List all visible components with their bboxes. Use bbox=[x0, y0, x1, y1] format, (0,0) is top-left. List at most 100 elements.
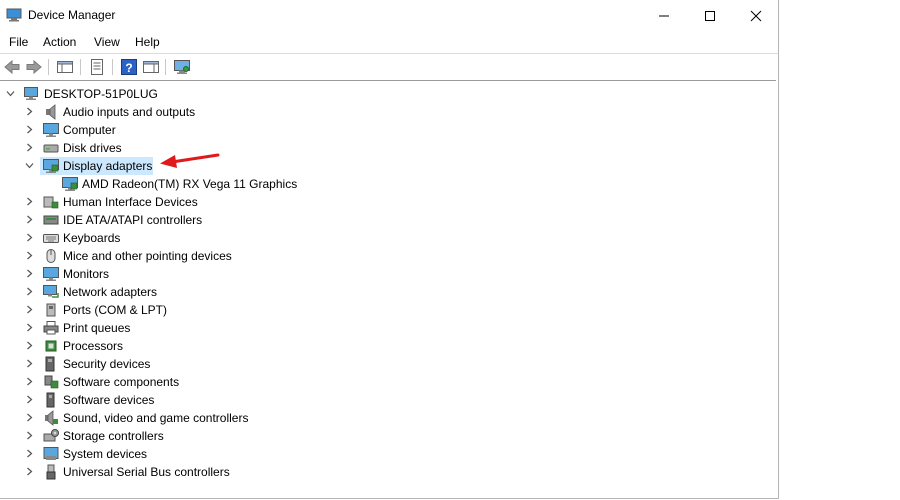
software-component-icon bbox=[44, 375, 59, 389]
collapse-chevron-icon[interactable] bbox=[25, 161, 34, 170]
tree-item-label: Storage controllers bbox=[63, 429, 164, 443]
tree-category[interactable]: Human Interface Devices bbox=[0, 193, 400, 211]
expand-chevron-icon[interactable] bbox=[25, 413, 34, 422]
software-device-icon bbox=[46, 392, 55, 408]
tree-item-label: Sound, video and game controllers bbox=[63, 411, 249, 425]
tree-category[interactable]: Monitors bbox=[0, 265, 400, 283]
tree-category[interactable]: Storage controllers bbox=[0, 427, 400, 445]
back-button[interactable] bbox=[3, 58, 21, 76]
tree-category[interactable]: Audio inputs and outputs bbox=[0, 103, 400, 121]
toolbar-separator bbox=[165, 59, 166, 75]
tree-category[interactable]: Mice and other pointing devices bbox=[0, 247, 400, 265]
tree-device[interactable]: AMD Radeon(TM) RX Vega 11 Graphics bbox=[0, 175, 400, 193]
tree-item-label: Monitors bbox=[63, 267, 110, 281]
expand-chevron-icon[interactable] bbox=[25, 395, 34, 404]
tree-category[interactable]: System devices bbox=[0, 445, 400, 463]
svg-text:?: ? bbox=[125, 61, 132, 75]
menu-bar: File Action View Help bbox=[0, 31, 778, 53]
properties-button[interactable] bbox=[88, 58, 106, 76]
toolbar-separator bbox=[48, 59, 49, 75]
minimize-icon bbox=[659, 15, 669, 16]
title-bar[interactable]: Device Manager bbox=[0, 0, 778, 31]
expand-chevron-icon[interactable] bbox=[25, 323, 34, 332]
action-pane-button[interactable] bbox=[142, 58, 160, 76]
tree-item-label: Display adapters bbox=[63, 159, 153, 173]
tree-category[interactable]: Keyboards bbox=[0, 229, 400, 247]
tree-category[interactable]: Computer bbox=[0, 121, 400, 139]
tree-item-label: Software components bbox=[63, 375, 180, 389]
port-icon bbox=[46, 303, 56, 317]
tree-category[interactable]: Network adapters bbox=[0, 283, 400, 301]
tree-item-label: Universal Serial Bus controllers bbox=[63, 465, 230, 479]
menu-action[interactable]: Action bbox=[43, 35, 76, 49]
annotation-arrow bbox=[160, 153, 220, 168]
sound-controller-icon bbox=[45, 410, 58, 426]
tree-item-label: Mice and other pointing devices bbox=[63, 249, 232, 263]
tree-item-label: Print queues bbox=[63, 321, 131, 335]
monitor-icon bbox=[43, 123, 59, 137]
collapse-chevron-icon[interactable] bbox=[6, 89, 15, 98]
forward-button[interactable] bbox=[25, 58, 43, 76]
tree-root[interactable]: DESKTOP-51P0LUG bbox=[0, 85, 400, 103]
expand-chevron-icon[interactable] bbox=[25, 431, 34, 440]
tree-item-label: Processors bbox=[63, 339, 124, 353]
ide-controller-icon bbox=[43, 215, 59, 225]
expand-chevron-icon[interactable] bbox=[25, 341, 34, 350]
storage-controller-icon bbox=[43, 429, 59, 442]
expand-chevron-icon[interactable] bbox=[25, 377, 34, 386]
maximize-icon bbox=[705, 10, 715, 21]
tree-category[interactable]: Security devices bbox=[0, 355, 400, 373]
expand-chevron-icon[interactable] bbox=[25, 269, 34, 278]
window-title: Device Manager bbox=[28, 8, 116, 22]
minimize-button[interactable] bbox=[641, 0, 687, 31]
menu-help[interactable]: Help bbox=[135, 35, 160, 49]
maximize-button[interactable] bbox=[687, 0, 733, 31]
help-button[interactable]: ? bbox=[120, 58, 138, 76]
expand-chevron-icon[interactable] bbox=[25, 251, 34, 260]
tree-category[interactable]: Software components bbox=[0, 373, 400, 391]
device-tree: DESKTOP-51P0LUG Audio inputs and outputs C… bbox=[0, 80, 776, 499]
toolbar: ? bbox=[0, 53, 778, 80]
show-hide-console-tree-button[interactable] bbox=[56, 58, 74, 76]
tree-category[interactable]: Universal Serial Bus controllers bbox=[0, 463, 400, 481]
menu-file[interactable]: File bbox=[9, 35, 28, 49]
scan-hardware-changes-button[interactable] bbox=[173, 58, 191, 76]
tree-item-label: Security devices bbox=[63, 357, 151, 371]
tree-category[interactable]: Software devices bbox=[0, 391, 400, 409]
tree-item-label: Keyboards bbox=[63, 231, 121, 245]
tree-category[interactable]: Print queues bbox=[0, 319, 400, 337]
tree-category[interactable]: Ports (COM & LPT) bbox=[0, 301, 400, 319]
expand-chevron-icon[interactable] bbox=[25, 125, 34, 134]
menu-view[interactable]: View bbox=[94, 35, 120, 49]
device-manager-window: Device Manager File Action View Help ? D… bbox=[0, 0, 779, 499]
close-button[interactable] bbox=[733, 0, 779, 31]
expand-chevron-icon[interactable] bbox=[25, 305, 34, 314]
toolbar-separator bbox=[80, 59, 81, 75]
disk-drive-icon bbox=[43, 144, 59, 153]
expand-chevron-icon[interactable] bbox=[25, 197, 34, 206]
tree-item-label: Network adapters bbox=[63, 285, 158, 299]
tree-item-label: Disk drives bbox=[63, 141, 122, 155]
tree-item-label: IDE ATA/ATAPI controllers bbox=[63, 213, 203, 227]
expand-chevron-icon[interactable] bbox=[25, 107, 34, 116]
tree-category[interactable]: IDE ATA/ATAPI controllers bbox=[0, 211, 400, 229]
expand-chevron-icon[interactable] bbox=[25, 233, 34, 242]
tree-item-label: AMD Radeon(TM) RX Vega 11 Graphics bbox=[82, 177, 298, 191]
tree-item-label: Audio inputs and outputs bbox=[63, 105, 196, 119]
tree-item-label: Ports (COM & LPT) bbox=[63, 303, 168, 317]
system-device-icon bbox=[43, 447, 59, 460]
tree-item-label: Human Interface Devices bbox=[63, 195, 198, 209]
expand-chevron-icon[interactable] bbox=[25, 359, 34, 368]
tree-category[interactable]: Processors bbox=[0, 337, 400, 355]
mouse-icon bbox=[46, 249, 56, 263]
expand-chevron-icon[interactable] bbox=[25, 467, 34, 476]
toolbar-separator bbox=[112, 59, 113, 75]
hid-icon bbox=[43, 196, 59, 209]
tree-item-label: Software devices bbox=[63, 393, 155, 407]
display-adapter-icon bbox=[62, 177, 78, 191]
expand-chevron-icon[interactable] bbox=[25, 449, 34, 458]
tree-category[interactable]: Sound, video and game controllers bbox=[0, 409, 400, 427]
expand-chevron-icon[interactable] bbox=[25, 143, 34, 152]
expand-chevron-icon[interactable] bbox=[25, 287, 34, 296]
expand-chevron-icon[interactable] bbox=[25, 215, 34, 224]
